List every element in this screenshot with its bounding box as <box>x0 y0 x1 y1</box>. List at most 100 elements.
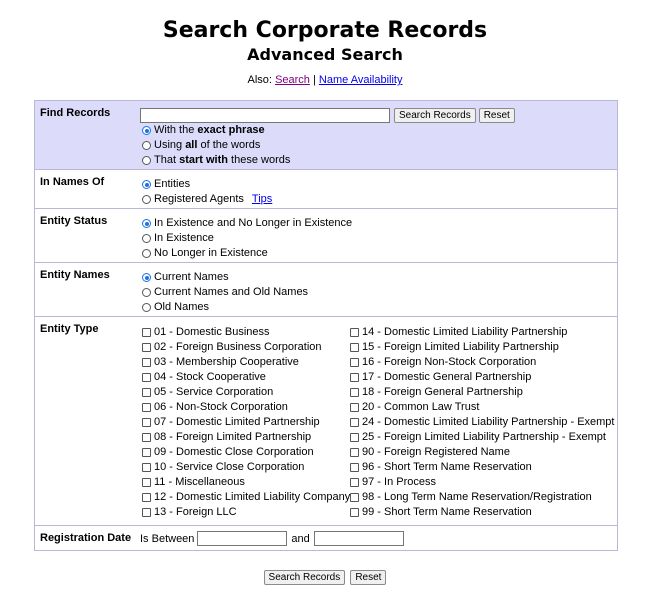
entity-type-checkbox[interactable] <box>350 433 359 442</box>
entity-type-option-06[interactable]: 06 - Non-Stock Corporation <box>142 400 350 415</box>
entity-status-option-in-existence-and-no-longer-in-existence[interactable]: In Existence and No Longer in Existence <box>142 216 352 231</box>
entity-type-option-label: 14 - Domestic Limited Liability Partners… <box>362 326 568 338</box>
is-between-label: Is Between <box>140 532 195 545</box>
in-names-of-options: Entities Registered Agents Tips <box>142 177 272 207</box>
entity-type-option-13[interactable]: 13 - Foreign LLC <box>142 505 350 520</box>
entity-type-option-10[interactable]: 10 - Service Close Corporation <box>142 460 350 475</box>
entity-status-label: Entity Status <box>40 215 108 227</box>
option-registered-agents[interactable]: Registered Agents Tips <box>142 192 272 207</box>
footer-search-records-button[interactable]: Search Records <box>263 570 346 585</box>
entity-type-option-96[interactable]: 96 - Short Term Name Reservation <box>350 460 614 475</box>
entity-type-option-04[interactable]: 04 - Stock Cooperative <box>142 370 350 385</box>
entity-type-option-90[interactable]: 90 - Foreign Registered Name <box>350 445 614 460</box>
match-option-radio[interactable] <box>142 126 151 135</box>
date-to-input[interactable] <box>313 531 404 546</box>
entity-type-checkbox[interactable] <box>142 478 151 487</box>
match-option-radio[interactable] <box>142 156 151 165</box>
entity-type-checkbox[interactable] <box>142 448 151 457</box>
entity-names-option-current-names-and-old-names[interactable]: Current Names and Old Names <box>142 285 308 300</box>
entity-names-radio[interactable] <box>142 273 151 282</box>
entity-type-option-11[interactable]: 11 - Miscellaneous <box>142 475 350 490</box>
entity-type-option-01[interactable]: 01 - Domestic Business <box>142 325 350 340</box>
radio-entities[interactable] <box>142 180 151 189</box>
match-option-1[interactable]: Using all of the words <box>142 138 290 153</box>
entity-type-column-right: 14 - Domestic Limited Liability Partners… <box>350 325 614 520</box>
date-from-input[interactable] <box>197 531 288 546</box>
entity-type-option-label: 08 - Foreign Limited Partnership <box>154 431 312 443</box>
entity-type-checkbox[interactable] <box>142 403 151 412</box>
entity-type-checkbox[interactable] <box>142 508 151 517</box>
entity-type-option-20[interactable]: 20 - Common Law Trust <box>350 400 614 415</box>
match-option-0[interactable]: With the exact phrase <box>142 123 290 138</box>
search-records-button[interactable]: Search Records <box>394 108 476 123</box>
entity-type-checkbox[interactable] <box>350 448 359 457</box>
option-entities-label: Entities <box>154 178 191 190</box>
entity-type-option-99[interactable]: 99 - Short Term Name Reservation <box>350 505 614 520</box>
entity-type-checkbox[interactable] <box>142 418 151 427</box>
entity-type-option-09[interactable]: 09 - Domestic Close Corporation <box>142 445 350 460</box>
entity-names-radio[interactable] <box>142 288 151 297</box>
entity-type-checkbox[interactable] <box>142 343 151 352</box>
advanced-search-form: Find Records Search Records Reset With t… <box>34 100 618 551</box>
entity-type-checkbox[interactable] <box>350 463 359 472</box>
entity-type-option-12[interactable]: 12 - Domestic Limited Liability Company <box>142 490 350 505</box>
name-availability-link[interactable]: Name Availability <box>319 74 403 86</box>
entity-type-option-16[interactable]: 16 - Foreign Non-Stock Corporation <box>350 355 614 370</box>
entity-type-checkbox[interactable] <box>350 358 359 367</box>
entity-type-option-05[interactable]: 05 - Service Corporation <box>142 385 350 400</box>
entity-status-option-no-longer-in-existence[interactable]: No Longer in Existence <box>142 246 352 261</box>
entity-type-option-18[interactable]: 18 - Foreign General Partnership <box>350 385 614 400</box>
entity-type-option-03[interactable]: 03 - Membership Cooperative <box>142 355 350 370</box>
entity-type-option-08[interactable]: 08 - Foreign Limited Partnership <box>142 430 350 445</box>
entity-names-option-current-names[interactable]: Current Names <box>142 270 308 285</box>
entity-status-radio[interactable] <box>142 219 151 228</box>
entity-status-option-in-existence[interactable]: In Existence <box>142 231 352 246</box>
reset-button[interactable]: Reset <box>478 108 515 123</box>
entity-type-option-02[interactable]: 02 - Foreign Business Corporation <box>142 340 350 355</box>
entity-type-option-07[interactable]: 07 - Domestic Limited Partnership <box>142 415 350 430</box>
entity-type-checkbox[interactable] <box>350 508 359 517</box>
entity-type-option-25[interactable]: 25 - Foreign Limited Liability Partnersh… <box>350 430 614 445</box>
search-link[interactable]: Search <box>275 74 310 86</box>
entity-type-checkbox[interactable] <box>142 358 151 367</box>
entity-type-option-label: 04 - Stock Cooperative <box>154 371 266 383</box>
radio-registered-agents[interactable] <box>142 195 151 204</box>
entity-status-radio[interactable] <box>142 249 151 258</box>
entity-type-checkbox[interactable] <box>350 388 359 397</box>
entity-status-radio[interactable] <box>142 234 151 243</box>
entity-type-section: Entity Type 01 - Domestic Business 02 - F… <box>35 316 617 525</box>
entity-type-checkbox[interactable] <box>142 388 151 397</box>
entity-type-checkbox[interactable] <box>350 373 359 382</box>
entity-type-checkbox[interactable] <box>142 373 151 382</box>
entity-names-radio[interactable] <box>142 303 151 312</box>
entity-type-checkbox[interactable] <box>142 433 151 442</box>
entity-type-checkbox[interactable] <box>350 493 359 502</box>
and-label: and <box>291 532 310 545</box>
entity-type-option-label: 25 - Foreign Limited Liability Partnersh… <box>362 431 606 443</box>
entity-type-option-98[interactable]: 98 - Long Term Name Reservation/Registra… <box>350 490 614 505</box>
find-records-label: Find Records <box>40 107 111 119</box>
entity-type-option-label: 12 - Domestic Limited Liability Company <box>154 491 351 503</box>
entity-type-option-17[interactable]: 17 - Domestic General Partnership <box>350 370 614 385</box>
entity-type-option-15[interactable]: 15 - Foreign Limited Liability Partnersh… <box>350 340 614 355</box>
entity-type-option-14[interactable]: 14 - Domestic Limited Liability Partners… <box>350 325 614 340</box>
entity-type-checkbox[interactable] <box>350 418 359 427</box>
option-entities[interactable]: Entities <box>142 177 272 192</box>
match-option-2[interactable]: That start with these words <box>142 153 290 168</box>
entity-type-checkbox[interactable] <box>350 343 359 352</box>
search-input[interactable] <box>140 108 390 123</box>
entity-type-checkbox[interactable] <box>142 493 151 502</box>
entity-names-option-old-names[interactable]: Old Names <box>142 300 308 315</box>
entity-type-checkbox[interactable] <box>350 403 359 412</box>
entity-type-checkbox[interactable] <box>142 463 151 472</box>
entity-type-option-97[interactable]: 97 - In Process <box>350 475 614 490</box>
entity-type-option-label: 96 - Short Term Name Reservation <box>362 461 532 473</box>
entity-type-checkbox[interactable] <box>350 328 359 337</box>
match-options: With the exact phrase Using all of the wo… <box>142 123 290 168</box>
footer-reset-button[interactable]: Reset <box>350 570 387 585</box>
match-option-radio[interactable] <box>142 141 151 150</box>
entity-type-checkbox[interactable] <box>142 328 151 337</box>
entity-type-checkbox[interactable] <box>350 478 359 487</box>
tips-link[interactable]: Tips <box>252 192 272 207</box>
entity-type-option-24[interactable]: 24 - Domestic Limited Liability Partners… <box>350 415 614 430</box>
